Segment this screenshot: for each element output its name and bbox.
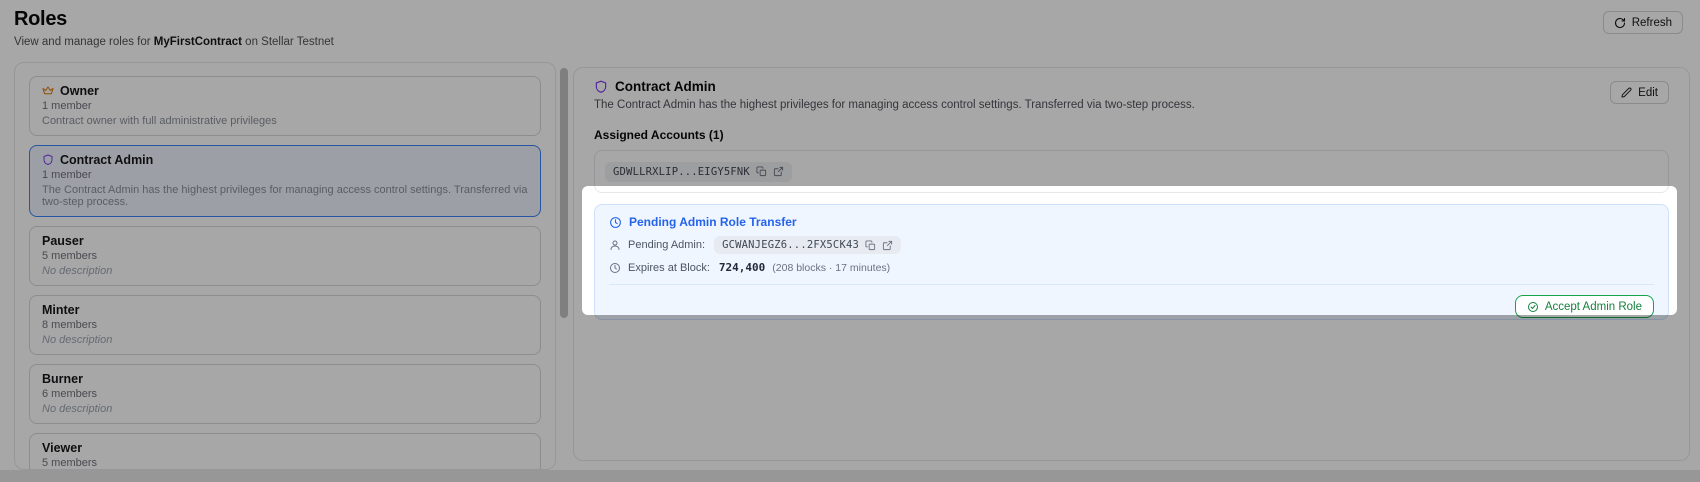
role-card-minter[interactable]: Minter 8 members No description xyxy=(29,295,541,355)
copy-address-button[interactable] xyxy=(756,166,767,177)
account-address: GDWLLRXLIP...EIGY5FNK xyxy=(613,165,750,178)
role-card-pauser[interactable]: Pauser 5 members No description xyxy=(29,226,541,286)
pending-admin-address: GCWANJEGZ6...2FX5CK43 xyxy=(722,239,860,251)
role-list: Owner 1 member Contract owner with full … xyxy=(14,62,556,470)
role-name: Burner xyxy=(42,372,83,386)
clock-icon xyxy=(609,262,621,274)
role-members: 8 members xyxy=(42,319,98,331)
contract-name: MyFirstContract xyxy=(153,36,242,48)
role-description: The Contract Admin has the highest privi… xyxy=(42,184,528,208)
role-list-scrollbar[interactable] xyxy=(560,68,568,318)
edit-button[interactable]: Edit xyxy=(1610,81,1669,104)
role-members: 6 members xyxy=(42,388,98,400)
role-name: Viewer xyxy=(42,441,83,455)
divider xyxy=(609,284,1654,285)
page-header: Roles View and manage roles for MyFirstC… xyxy=(14,8,1686,48)
pending-transfer-card: Pending Admin Role Transfer Pending Admi… xyxy=(594,204,1669,320)
role-name: Contract Admin xyxy=(60,153,154,167)
shield-icon xyxy=(42,154,54,166)
role-name: Pauser xyxy=(42,234,84,248)
role-members: 1 member xyxy=(42,169,92,181)
role-name: Minter xyxy=(42,303,80,317)
role-description: No description xyxy=(42,265,113,277)
assigned-accounts-heading: Assigned Accounts (1) xyxy=(594,128,724,142)
subtitle-prefix: View and manage roles for xyxy=(14,36,154,48)
expires-block-number: 724,400 xyxy=(718,261,766,274)
user-icon xyxy=(609,239,621,251)
refresh-label: Refresh xyxy=(1631,16,1672,29)
expires-note: (208 blocks · 17 minutes) xyxy=(772,261,891,274)
page-title: Roles xyxy=(14,8,67,30)
crown-icon xyxy=(42,85,54,97)
role-members: 5 members xyxy=(42,457,98,469)
refresh-button[interactable]: Refresh xyxy=(1602,11,1683,34)
role-detail-panel: Contract Admin The Contract Admin has th… xyxy=(573,67,1690,461)
account-address-chip: GDWLLRXLIP...EIGY5FNK xyxy=(605,161,792,182)
assigned-accounts-box: GDWLLRXLIP...EIGY5FNK xyxy=(594,150,1669,193)
role-card-contract-admin[interactable]: Contract Admin 1 member The Contract Adm… xyxy=(29,145,541,217)
role-description: No description xyxy=(42,334,113,346)
role-card-burner[interactable]: Burner 6 members No description xyxy=(29,364,541,424)
clock-icon xyxy=(609,216,622,229)
role-members: 5 members xyxy=(42,250,98,262)
role-card-owner[interactable]: Owner 1 member Contract owner with full … xyxy=(29,76,541,136)
page-subtitle: View and manage roles for MyFirstContrac… xyxy=(14,36,1686,48)
role-name: Owner xyxy=(60,84,99,98)
pending-admin-chip: GCWANJEGZ6...2FX5CK43 xyxy=(714,236,902,254)
detail-title: Contract Admin xyxy=(615,79,716,94)
pending-admin-label: Pending Admin: xyxy=(628,239,706,251)
shield-icon xyxy=(594,80,608,94)
role-description: No description xyxy=(42,403,113,415)
detail-header: Contract Admin The Contract Admin has th… xyxy=(594,79,1669,111)
expires-label: Expires at Block: xyxy=(628,261,710,274)
refresh-icon xyxy=(1614,17,1626,29)
role-description: Contract owner with full administrative … xyxy=(42,115,277,127)
accept-label: Accept Admin Role xyxy=(1544,300,1642,313)
copy-pending-address-button[interactable] xyxy=(865,239,876,251)
edit-label: Edit xyxy=(1638,86,1658,99)
detail-description: The Contract Admin has the highest privi… xyxy=(594,99,1195,111)
external-link-icon[interactable] xyxy=(773,166,784,177)
external-link-icon[interactable] xyxy=(882,240,893,251)
accept-admin-role-button[interactable]: Accept Admin Role xyxy=(1514,295,1654,318)
pencil-icon xyxy=(1621,87,1632,98)
role-card-viewer[interactable]: Viewer 5 members No description xyxy=(29,433,541,469)
role-members: 1 member xyxy=(42,100,92,112)
check-circle-icon xyxy=(1527,301,1539,313)
page-bottom-strip xyxy=(0,470,1700,482)
subtitle-suffix: on Stellar Testnet xyxy=(241,36,334,48)
pending-transfer-title: Pending Admin Role Transfer xyxy=(629,215,797,229)
